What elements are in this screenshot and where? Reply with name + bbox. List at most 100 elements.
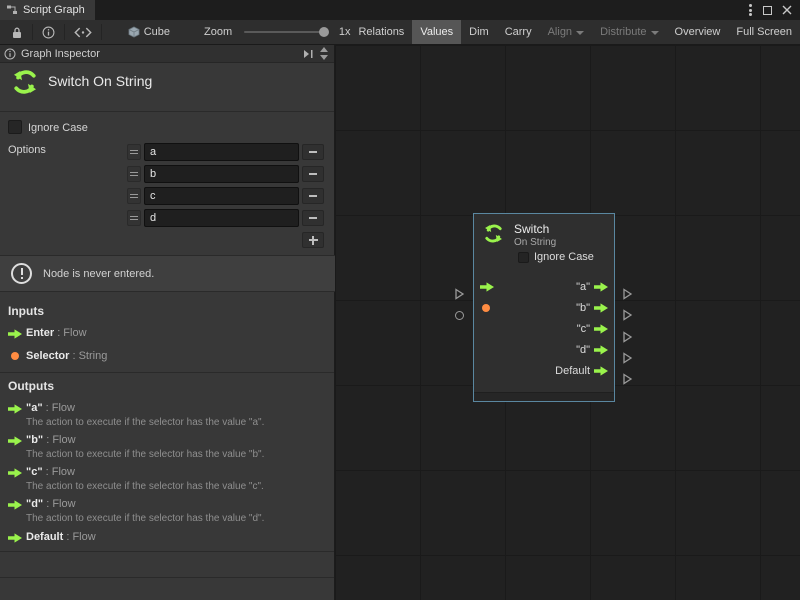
port-name: Selector	[26, 350, 69, 362]
port-name: "d"	[26, 498, 43, 510]
output-port-icon[interactable]	[594, 303, 608, 313]
ignore-case-checkbox[interactable]	[8, 120, 22, 134]
option-remove-button[interactable]	[302, 144, 324, 160]
toolbar-right-group: Relations Values Dim Carry Align Distrib…	[350, 20, 800, 44]
window-titlebar: Script Graph	[0, 0, 800, 20]
align-button: Align	[540, 20, 592, 44]
output-port-icon[interactable]	[594, 366, 608, 376]
flow-connector-icon[interactable]	[622, 373, 633, 385]
port-name: Default	[26, 531, 63, 543]
scroll-down-icon[interactable]	[320, 55, 328, 60]
selector-port-icon[interactable]	[482, 304, 490, 312]
zoom-slider[interactable]	[244, 31, 327, 33]
option-remove-button[interactable]	[302, 188, 324, 204]
option-drag-handle[interactable]	[127, 188, 141, 204]
node-ignore-case-label: Ignore Case	[534, 251, 594, 263]
chevron-down-icon	[651, 31, 659, 35]
warning-box: Node is never entered.	[0, 255, 335, 292]
string-port-icon	[11, 352, 19, 360]
option-drag-handle[interactable]	[127, 210, 141, 226]
graph-owner-button[interactable]: Cube	[120, 20, 178, 44]
input-selector: Selector : String	[26, 350, 107, 362]
value-connector-icon[interactable]	[455, 311, 464, 320]
close-icon[interactable]	[782, 5, 792, 15]
panel-scroll-arrows[interactable]	[320, 47, 330, 60]
node-ports: "a" "b" "c" "d"	[474, 276, 614, 381]
window-menu-icon[interactable]	[749, 4, 753, 16]
flow-connector-icon[interactable]	[622, 309, 633, 321]
flow-connector-icon[interactable]	[454, 288, 465, 300]
output-b: "b" : Flow	[26, 434, 76, 446]
output-d: "d" : Flow	[26, 498, 76, 510]
overview-button[interactable]: Overview	[667, 20, 729, 44]
flow-port-icon	[8, 436, 22, 446]
port-type: : Flow	[57, 327, 86, 339]
port-name: "c"	[26, 466, 43, 478]
output-default: Default : Flow	[26, 531, 96, 543]
option-row	[127, 163, 324, 185]
maximize-icon[interactable]	[763, 6, 772, 15]
zoom-value: 1x	[339, 26, 351, 38]
flow-connector-icon[interactable]	[622, 331, 633, 343]
code-preview-button[interactable]	[67, 20, 99, 44]
option-value-input[interactable]	[144, 209, 299, 227]
flow-port-icon	[8, 533, 22, 543]
minus-icon	[309, 173, 317, 175]
flow-port-icon	[8, 329, 22, 339]
tab-script-graph[interactable]: Script Graph	[0, 0, 95, 20]
option-drag-handle[interactable]	[127, 144, 141, 160]
flow-connector-icon[interactable]	[622, 352, 633, 364]
option-remove-button[interactable]	[302, 210, 324, 226]
port-description: The action to execute if the selector ha…	[26, 513, 264, 524]
port-row: "b"	[474, 297, 614, 318]
inputs-header: Inputs	[8, 304, 44, 318]
node-subtitle: On String	[514, 237, 556, 248]
output-port-icon[interactable]	[594, 345, 608, 355]
lock-button[interactable]	[4, 20, 30, 44]
node-title: Switch	[514, 222, 556, 236]
lock-icon	[11, 26, 23, 39]
option-value-input[interactable]	[144, 143, 299, 161]
option-add-button[interactable]	[302, 232, 324, 248]
option-drag-handle[interactable]	[127, 166, 141, 182]
flow-connector-icon[interactable]	[622, 288, 633, 300]
inspector-header: Graph Inspector	[0, 45, 334, 63]
option-value-input[interactable]	[144, 165, 299, 183]
switch-node[interactable]: Switch On String Ignore Case "a" "b"	[473, 213, 615, 402]
port-row: "c"	[474, 318, 614, 339]
option-value-input[interactable]	[144, 187, 299, 205]
minus-icon	[309, 151, 317, 153]
output-port-icon[interactable]	[594, 324, 608, 334]
dock-panel-icon[interactable]	[302, 49, 314, 59]
values-button[interactable]: Values	[412, 20, 461, 44]
distribute-label: Distribute	[600, 26, 646, 38]
graph-canvas[interactable]: Switch On String Ignore Case "a" "b"	[335, 45, 800, 600]
relations-button[interactable]: Relations	[350, 20, 412, 44]
tab-label: Script Graph	[23, 4, 85, 16]
carry-button[interactable]: Carry	[497, 20, 540, 44]
graph-inspector-panel: Graph Inspector Switch On String Ignore …	[0, 45, 335, 600]
option-remove-button[interactable]	[302, 166, 324, 182]
port-label: Default	[555, 365, 590, 377]
info-icon	[4, 48, 16, 60]
port-label: "d"	[576, 344, 590, 356]
node-header[interactable]: Switch On String	[474, 214, 614, 248]
scroll-up-icon[interactable]	[320, 47, 328, 52]
code-icon	[74, 27, 92, 38]
graph-owner-label: Cube	[144, 26, 170, 38]
port-name: "a"	[26, 402, 43, 414]
dim-button[interactable]: Dim	[461, 20, 497, 44]
options-list	[127, 141, 324, 248]
info-button[interactable]	[35, 20, 62, 44]
node-footer	[474, 392, 614, 401]
output-port-icon[interactable]	[594, 282, 608, 292]
toolbar: Cube Zoom 1x Relations Values Dim Carry …	[0, 20, 800, 45]
port-type: : Flow	[46, 434, 75, 446]
port-row: "a"	[474, 276, 614, 297]
zoom-label: Zoom	[204, 26, 232, 38]
enter-port-icon[interactable]	[480, 282, 494, 292]
node-ignore-case-checkbox[interactable]	[518, 252, 529, 263]
flow-port-icon	[8, 468, 22, 478]
fullscreen-button[interactable]: Full Screen	[728, 20, 800, 44]
zoom-slider-knob[interactable]	[319, 27, 329, 37]
